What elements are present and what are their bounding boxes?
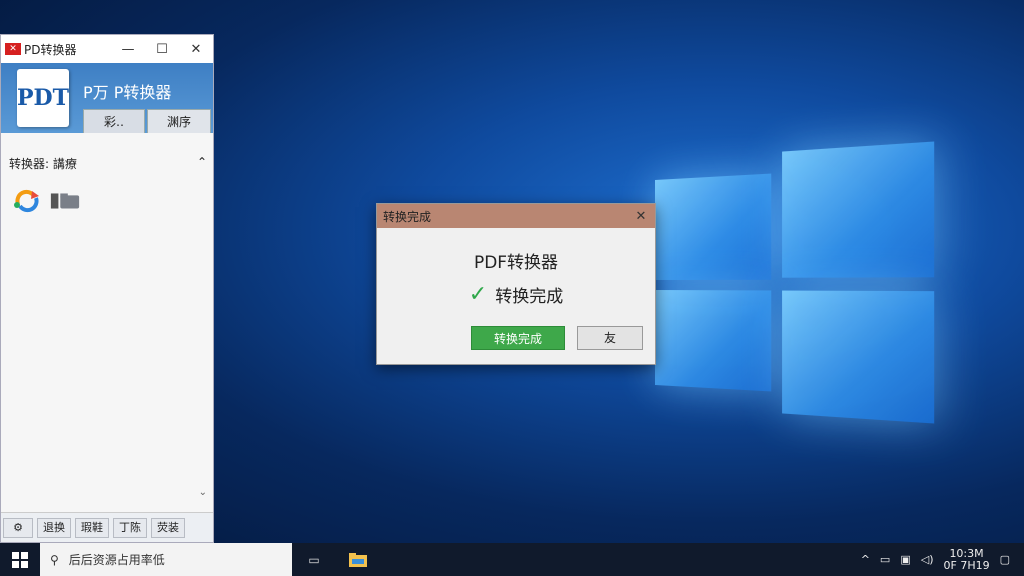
bottom-button-2[interactable]: 瑕鞋 [75, 518, 109, 538]
convert-refresh-icon[interactable] [11, 187, 43, 215]
clock[interactable]: 10:3M 0F 7H19 [944, 548, 990, 572]
taskbar: ⚲ 后后资源占用率低 ▭ ^ ▭ ▣ ◁) 10:3M 0F 7H19 ▢ [0, 543, 1024, 576]
dialog-cancel-button[interactable]: 友 [577, 326, 643, 350]
clock-date: 0F 7H19 [944, 560, 990, 572]
windows-icon [12, 552, 28, 568]
notification-icon[interactable]: ▢ [1000, 553, 1010, 566]
tray-expand-icon[interactable]: ^ [861, 553, 870, 566]
path-row: 转换器: 講療 ⌃ [9, 155, 207, 172]
dialog-app-name: PDF转换器 [377, 248, 655, 273]
collapse-icon[interactable]: ⌃ [197, 155, 207, 172]
logo-pane [655, 174, 771, 280]
start-button[interactable] [0, 543, 40, 576]
dialog-titlebar[interactable]: 转换完成 ✕ [377, 204, 655, 228]
network-icon[interactable]: ▣ [900, 553, 910, 566]
dialog-message-row: ✓ 转换完成 [377, 282, 655, 307]
pdf-logo-icon: PDT [17, 69, 69, 127]
scroll-down-icon[interactable]: ⌄ [199, 487, 207, 498]
folder-icon[interactable] [49, 187, 81, 215]
bottom-button-1[interactable]: 退换 [37, 518, 71, 538]
file-explorer-icon[interactable] [336, 543, 380, 576]
logo-pane [655, 290, 771, 391]
conversion-complete-dialog: 转换完成 ✕ PDF转换器 ✓ 转换完成 转换完成 友 [376, 203, 656, 365]
logo-pane [782, 141, 934, 277]
search-placeholder: 后后资源占用率低 [69, 551, 165, 568]
clock-time: 10:3M [944, 548, 990, 560]
minimize-button[interactable]: — [111, 35, 145, 63]
header-title: P万 P转换器 [83, 79, 171, 103]
toolbar [11, 187, 81, 215]
dialog-message: 转换完成 [495, 282, 563, 307]
system-tray: ^ ▭ ▣ ◁) 10:3M 0F 7H19 ▢ [861, 543, 1024, 576]
settings-gear-icon[interactable]: ⚙ [3, 518, 33, 538]
task-view-icon[interactable]: ▭ [292, 543, 336, 576]
dialog-close-button[interactable]: ✕ [627, 209, 655, 224]
desktop-windows-logo [655, 141, 941, 424]
window-title: PD转换器 [24, 41, 111, 58]
dialog-ok-button[interactable]: 转换完成 [471, 326, 565, 350]
bottom-button-3[interactable]: 丁陈 [113, 518, 147, 538]
bottom-button-4[interactable]: 荧装 [151, 518, 185, 538]
pdf-converter-window: ✕ PD转换器 — ☐ ✕ PDT P万 P转换器 彩‥ 渊序 转换器: 講療 … [0, 34, 214, 543]
maximize-button[interactable]: ☐ [145, 35, 179, 63]
app-body: 转换器: 講療 ⌃ ⌄ ⚙ 退换 瑕鞋 丁陈 荧装 [1, 133, 213, 542]
tab-second[interactable]: 渊序 [147, 109, 211, 135]
dialog-title: 转换完成 [383, 208, 627, 225]
taskbar-search[interactable]: ⚲ 后后资源占用率低 [40, 543, 292, 576]
app-logo-icon: ✕ [5, 43, 21, 55]
volume-icon[interactable]: ◁) [921, 553, 934, 566]
battery-icon[interactable]: ▭ [880, 553, 890, 566]
search-icon: ⚲ [50, 553, 59, 567]
app-titlebar[interactable]: ✕ PD转换器 — ☐ ✕ [1, 35, 213, 63]
path-label: 转换器: 講療 [9, 155, 77, 172]
app-header: PDT P万 P转换器 彩‥ 渊序 [1, 63, 213, 133]
bottom-toolbar: ⚙ 退换 瑕鞋 丁陈 荧装 [1, 512, 213, 542]
logo-pane [782, 291, 934, 424]
checkmark-icon: ✓ [469, 282, 487, 307]
close-button[interactable]: ✕ [179, 35, 213, 63]
tab-first[interactable]: 彩‥ [83, 109, 145, 135]
